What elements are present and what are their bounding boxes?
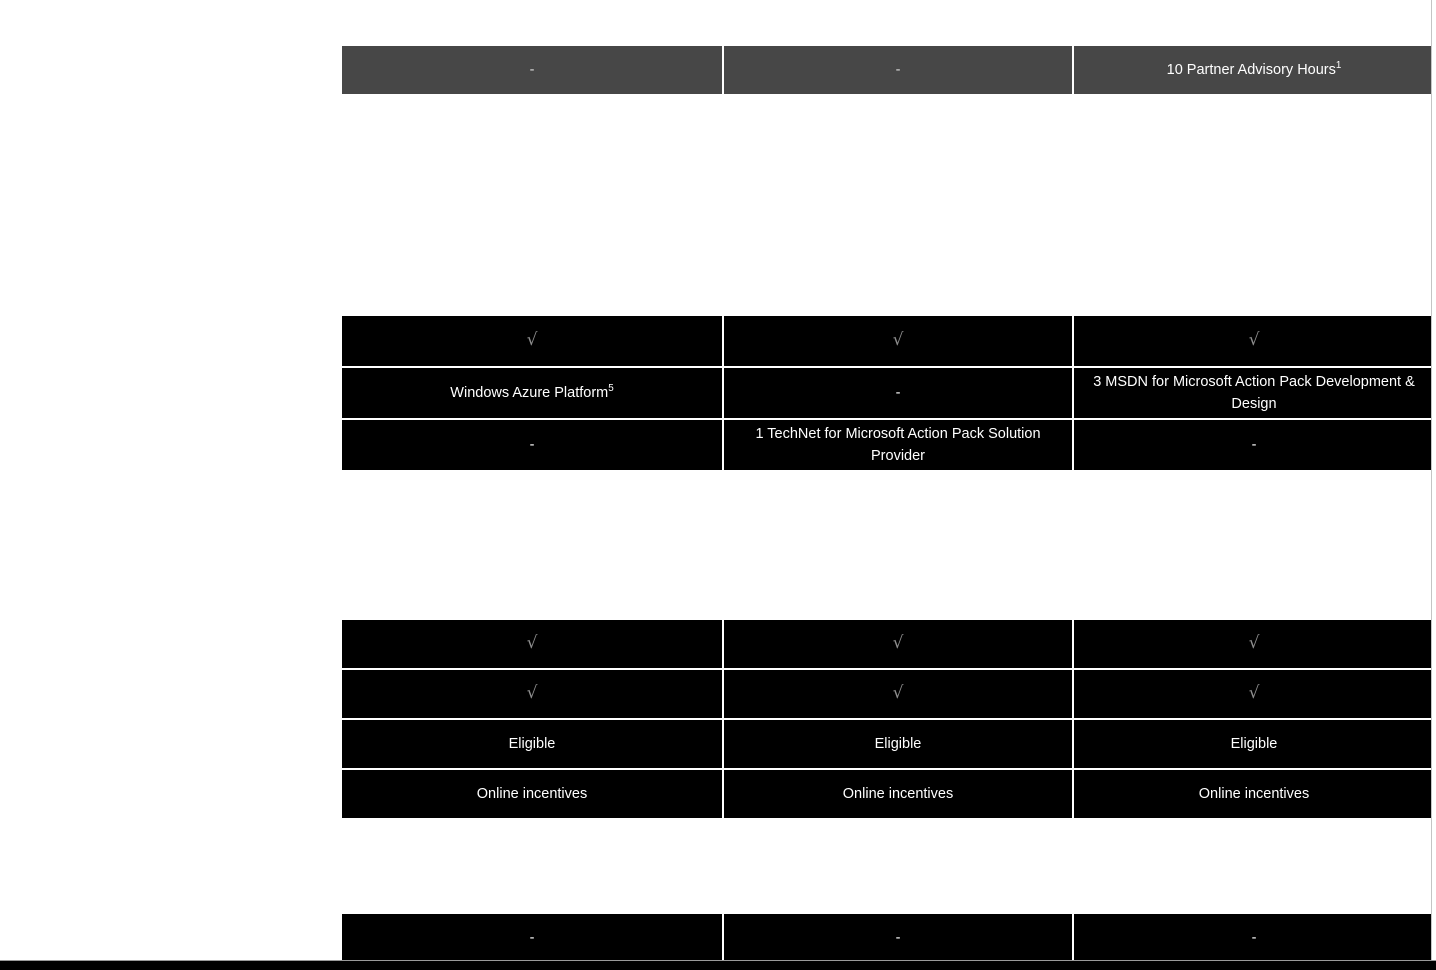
footnote-marker: 1 (1335, 59, 1342, 71)
cell-technet-col3: - (1072, 420, 1434, 470)
vertical-scrollbar[interactable] (1431, 0, 1436, 970)
cell-online-incentives-c1: Online incentives (342, 770, 722, 818)
table-row: Eligible Eligible Eligible (342, 720, 1434, 768)
comparison-table-block-middle: √ √ √ Windows Azure Platform5 - 3 MSDN f… (342, 316, 1434, 470)
check-icon: √ (526, 682, 538, 703)
check-icon: √ (892, 682, 904, 703)
cell-value: Eligible (1230, 735, 1278, 752)
cell-partner-advisory-col2: - (722, 46, 1072, 94)
cell-check-r3-c2: √ (722, 670, 1072, 718)
cell-azure-col2: - (722, 368, 1072, 418)
cell-check-r3-c3: √ (1072, 670, 1434, 718)
table-row: - 1 TechNet for Microsoft Action Pack So… (342, 420, 1434, 470)
cell-bottom-dash-c3: - (1072, 914, 1434, 962)
cell-value: - (529, 929, 535, 946)
cell-value: Eligible (874, 735, 922, 752)
cell-check-r3-c1: √ (342, 670, 722, 718)
check-icon: √ (1248, 632, 1260, 653)
cell-value: Windows Azure Platform5 (450, 382, 614, 401)
cell-value: - (895, 929, 901, 946)
check-icon: √ (892, 329, 904, 350)
cell-value: Eligible (508, 735, 556, 752)
cell-check-r1-c1: √ (342, 316, 722, 366)
cell-check-r2-c3: √ (1072, 620, 1434, 668)
table-row: Online incentives Online incentives Onli… (342, 770, 1434, 818)
cell-check-r1-c2: √ (722, 316, 1072, 366)
comparison-table-block-bottom: - - - (342, 914, 1434, 962)
cell-value: - (895, 384, 901, 401)
table-row: √ √ √ (342, 620, 1434, 668)
cell-online-incentives-c2: Online incentives (722, 770, 1072, 818)
footnote-marker: 5 (608, 382, 614, 394)
comparison-table-block-top: - - 10 Partner Advisory Hours1 (342, 46, 1434, 94)
cell-partner-advisory-col3: 10 Partner Advisory Hours1 (1072, 46, 1434, 94)
cell-technet-col1: - (342, 420, 722, 470)
cell-value: - (1251, 929, 1257, 946)
cell-check-r2-c1: √ (342, 620, 722, 668)
cell-bottom-dash-c2: - (722, 914, 1072, 962)
cell-value: - (895, 61, 901, 78)
cell-value: 1 TechNet for Microsoft Action Pack Solu… (755, 425, 1041, 464)
table-row: - - 10 Partner Advisory Hours1 (342, 46, 1434, 94)
check-icon: √ (526, 632, 538, 653)
check-icon: √ (892, 632, 904, 653)
table-row: Windows Azure Platform5 - 3 MSDN for Mic… (342, 368, 1434, 418)
page-canvas: - - 10 Partner Advisory Hours1 √ √ √ Win… (0, 0, 1436, 970)
check-icon: √ (526, 329, 538, 350)
cell-value: Online incentives (1198, 785, 1310, 802)
cell-msdn-action-pack: 3 MSDN for Microsoft Action Pack Develop… (1072, 368, 1434, 418)
cell-technet-action-pack: 1 TechNet for Microsoft Action Pack Solu… (722, 420, 1072, 470)
table-row: - - - (342, 914, 1434, 962)
check-icon: √ (1248, 682, 1260, 703)
cell-eligible-c3: Eligible (1072, 720, 1434, 768)
check-icon: √ (1248, 329, 1260, 350)
cell-value: Online incentives (476, 785, 588, 802)
cell-value: 10 Partner Advisory Hours1 (1166, 59, 1342, 78)
cell-value: Online incentives (842, 785, 954, 802)
comparison-table-block-lower: √ √ √ √ √ √ Eligible Eligible Eligible O… (342, 620, 1434, 818)
cell-value: - (529, 61, 535, 78)
cell-eligible-c1: Eligible (342, 720, 722, 768)
cell-partner-advisory-col1: - (342, 46, 722, 94)
cell-check-r1-c3: √ (1072, 316, 1434, 366)
cell-value: 3 MSDN for Microsoft Action Pack Develop… (1093, 373, 1415, 412)
cell-value: - (1251, 436, 1257, 453)
table-row: √ √ √ (342, 316, 1434, 366)
cell-eligible-c2: Eligible (722, 720, 1072, 768)
bottom-black-bar (0, 961, 1436, 970)
table-row: √ √ √ (342, 670, 1434, 718)
cell-azure-platform: Windows Azure Platform5 (342, 368, 722, 418)
cell-value: - (529, 436, 535, 453)
cell-bottom-dash-c1: - (342, 914, 722, 962)
cell-check-r2-c2: √ (722, 620, 1072, 668)
cell-online-incentives-c3: Online incentives (1072, 770, 1434, 818)
